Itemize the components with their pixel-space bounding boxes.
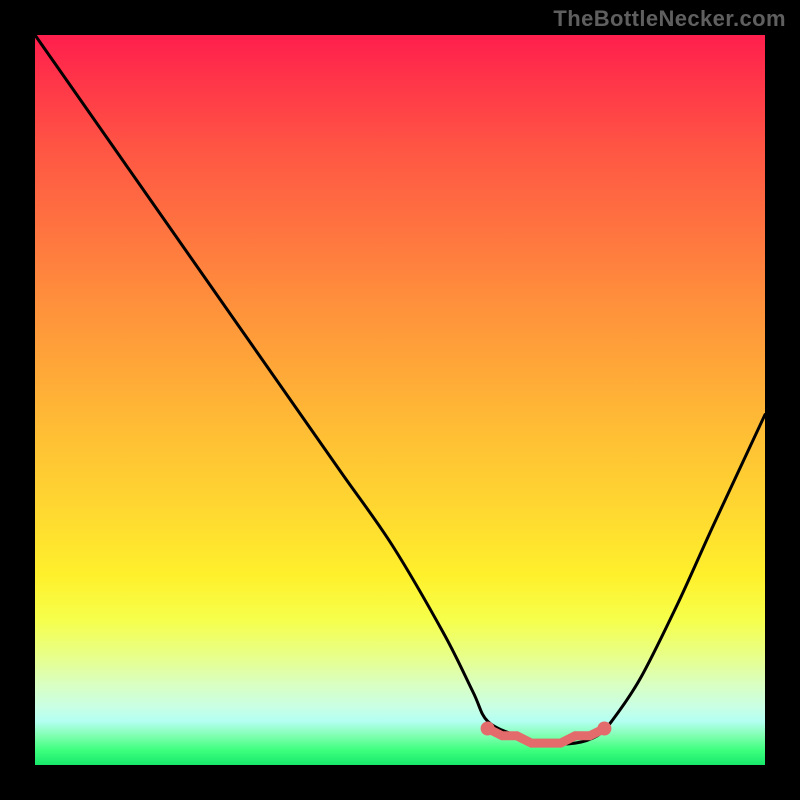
chart-svg [35,35,765,765]
bottleneck-curve-line [35,35,765,744]
sweet-spot-end-dot [597,722,611,736]
sweet-spot-end-dot [481,722,495,736]
chart-frame: TheBottleNecker.com [0,0,800,800]
plot-area [35,35,765,765]
watermark-text: TheBottleNecker.com [553,6,786,32]
